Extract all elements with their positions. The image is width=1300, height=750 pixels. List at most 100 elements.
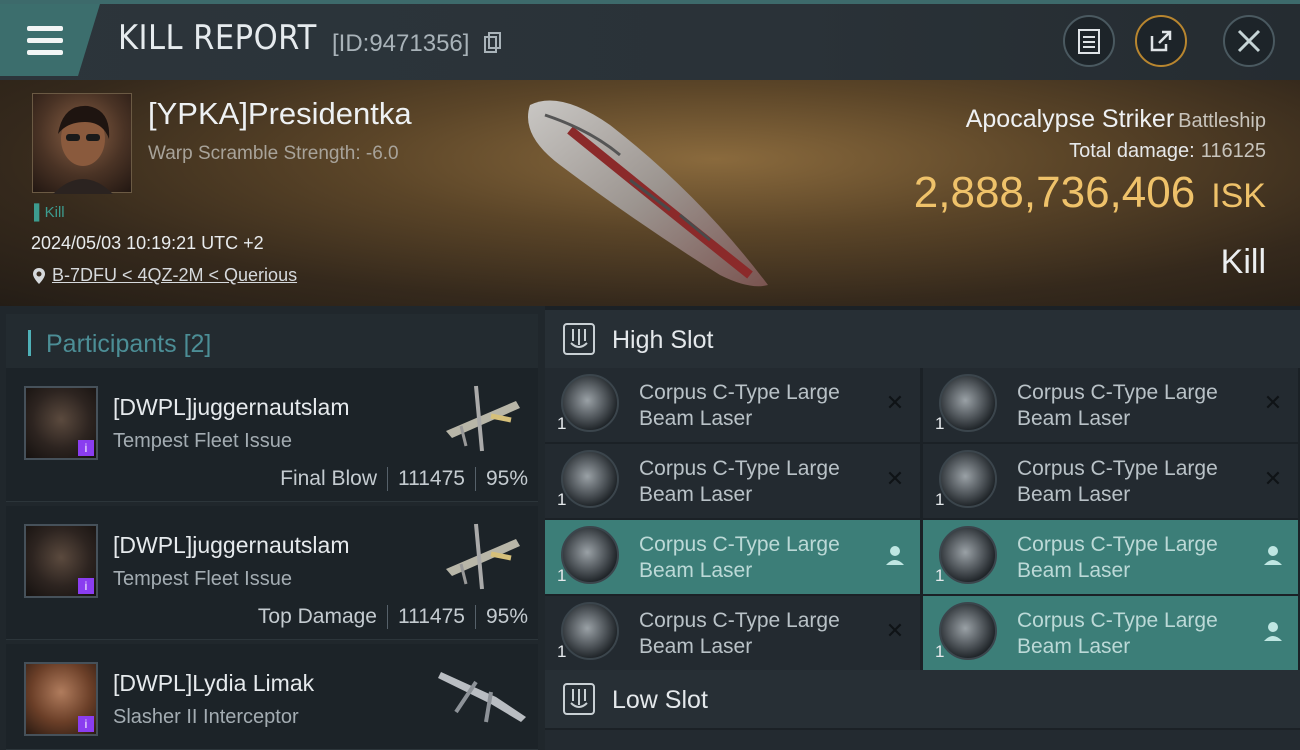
module-name-line1: Corpus C-Type Large — [1017, 457, 1218, 480]
share-button[interactable] — [1135, 15, 1187, 67]
participant-card[interactable]: i [DWPL]juggernautslam Tempest Fleet Iss… — [6, 506, 538, 640]
participant-name[interactable]: [DWPL]Lydia Limak — [113, 670, 314, 697]
module-name: Corpus C-Type Large Beam Laser — [1017, 380, 1257, 432]
page-title: KILL REPORT — [118, 18, 317, 58]
module-slot[interactable]: 1 Corpus C-Type Large Beam Laser — [545, 520, 920, 594]
low-slot-modules-peek — [545, 730, 1300, 750]
ship-name-text: Apocalypse Striker — [965, 105, 1175, 133]
total-damage-label: Total damage: — [1069, 140, 1195, 162]
slot-icon — [563, 323, 595, 355]
participant-percent: 95% — [485, 467, 528, 490]
warp-scramble-strength: Warp Scramble Strength: -6.0 — [148, 143, 399, 164]
x-icon: ✕ — [885, 466, 905, 491]
low-slot-title: Low Slot — [612, 686, 708, 714]
total-damage-value: 116125 — [1200, 140, 1266, 162]
clipboard-icon — [1078, 29, 1100, 54]
participant-damage: 111475 — [398, 467, 465, 490]
participants-header[interactable]: Participants [2] — [6, 314, 538, 370]
beam-laser-icon — [939, 602, 997, 660]
module-slot[interactable]: 1 Corpus C-Type Large Beam Laser ✕ — [545, 368, 920, 442]
participant-ship-image — [438, 672, 526, 723]
participant-card[interactable]: i [DWPL]juggernautslam Tempest Fleet Iss… — [6, 368, 538, 502]
low-slot-icon — [570, 689, 588, 708]
corp-badge-icon: i — [78, 578, 94, 594]
victim-ship-name[interactable]: Apocalypse Striker Battleship — [966, 105, 1266, 134]
location-link[interactable]: B-7DFU < 4QZ-2M < Querious — [52, 265, 297, 286]
fitting-panel: High Slot 1 Corpus C-Type Large Beam Lase… — [545, 306, 1300, 750]
module-quantity: 1 — [557, 490, 567, 509]
module-quantity: 1 — [935, 414, 945, 433]
module-quantity: 1 — [557, 414, 567, 433]
module-slot[interactable]: 1 Corpus C-Type Large Beam Laser ✕ — [545, 596, 920, 670]
module-name-line2: Beam Laser — [1017, 483, 1131, 506]
participant-name[interactable]: [DWPL]juggernautslam — [113, 394, 350, 421]
clipboard-button[interactable] — [1063, 15, 1115, 67]
copy-icon[interactable] — [483, 32, 503, 54]
isk-unit: ISK — [1211, 177, 1266, 215]
module-name-line2: Beam Laser — [1017, 559, 1131, 582]
module-name: Corpus C-Type Large Beam Laser — [1017, 608, 1257, 660]
participant-ship: Slasher II Interceptor — [113, 706, 299, 728]
person-icon — [1264, 546, 1282, 565]
participant-ship-image — [446, 523, 520, 590]
module-name: Corpus C-Type Large Beam Laser — [639, 380, 879, 432]
isk-amount: 2,888,736,406 — [913, 168, 1196, 217]
top-bar: KILL REPORT [ID:9471356] — [0, 0, 1300, 80]
header-accent-line — [0, 0, 1300, 4]
module-name-line2: Beam Laser — [639, 407, 753, 430]
x-icon: ✕ — [1263, 466, 1283, 491]
participants-title-text: Participants — [46, 330, 177, 358]
module-name-line1: Corpus C-Type Large — [639, 457, 840, 480]
total-damage: Total damage: 116125 — [1069, 140, 1266, 163]
close-button[interactable] — [1223, 15, 1275, 67]
victim-portrait[interactable] — [32, 93, 132, 194]
beam-laser-icon — [939, 526, 997, 584]
avatar[interactable]: i — [24, 662, 98, 736]
module-quantity: 1 — [935, 490, 945, 509]
module-slot[interactable]: 1 Corpus C-Type Large Beam Laser ✕ — [923, 368, 1298, 442]
high-slot-header: High Slot — [545, 310, 1300, 368]
person-icon — [886, 546, 904, 565]
module-name: Corpus C-Type Large Beam Laser — [1017, 456, 1257, 508]
participants-header-bar — [28, 330, 31, 356]
avatar[interactable]: i — [24, 386, 98, 460]
location-pin-icon — [33, 267, 45, 284]
participants-panel: Participants [2] i [DWPL]juggernautslam … — [0, 306, 545, 750]
isk-value: 2,888,736,406 ISK — [914, 168, 1266, 218]
module-name-line1: Corpus C-Type Large — [1017, 609, 1218, 632]
module-slot[interactable]: 1 Corpus C-Type Large Beam Laser ✕ — [545, 444, 920, 518]
victim-name[interactable]: [YPKA]Presidentka — [148, 96, 412, 132]
participant-stats: Final Blow 111475 95% — [280, 467, 528, 491]
module-name: Corpus C-Type Large Beam Laser — [1017, 532, 1257, 584]
hamburger-icon — [27, 26, 63, 31]
share-icon — [1150, 30, 1172, 52]
module-slot[interactable]: 1 Corpus C-Type Large Beam Laser — [923, 520, 1298, 594]
participant-damage: 111475 — [398, 605, 465, 628]
divider — [474, 467, 476, 491]
avatar[interactable]: i — [24, 524, 98, 598]
module-name: Corpus C-Type Large Beam Laser — [639, 456, 879, 508]
beam-laser-icon — [939, 374, 997, 432]
participant-ship: Tempest Fleet Issue — [113, 430, 292, 452]
hamburger-icon-bar — [27, 50, 63, 55]
module-name-line2: Beam Laser — [639, 483, 753, 506]
participant-stats: Top Damage 111475 95% — [258, 605, 528, 629]
module-quantity: 1 — [935, 566, 945, 585]
module-name-line2: Beam Laser — [1017, 635, 1131, 658]
module-slot[interactable]: 1 Corpus C-Type Large Beam Laser — [923, 596, 1298, 670]
participant-name[interactable]: [DWPL]juggernautslam — [113, 532, 350, 559]
module-name-line1: Corpus C-Type Large — [1017, 533, 1218, 556]
module-name-line2: Beam Laser — [639, 559, 753, 582]
menu-button[interactable] — [0, 4, 100, 76]
beam-laser-icon — [561, 602, 619, 660]
high-slot-title: High Slot — [612, 326, 714, 354]
participant-ship-image — [446, 385, 520, 452]
module-name-line2: Beam Laser — [639, 635, 753, 658]
corp-badge-icon: i — [78, 440, 94, 456]
kill-location[interactable]: B-7DFU < 4QZ-2M < Querious — [32, 265, 297, 286]
module-slot[interactable]: 1 Corpus C-Type Large Beam Laser ✕ — [923, 444, 1298, 518]
participant-card[interactable]: i [DWPL]Lydia Limak Slasher II Intercept… — [6, 644, 538, 750]
module-name-line1: Corpus C-Type Large — [639, 609, 840, 632]
x-icon: ✕ — [885, 618, 905, 643]
module-quantity: 1 — [557, 566, 567, 585]
